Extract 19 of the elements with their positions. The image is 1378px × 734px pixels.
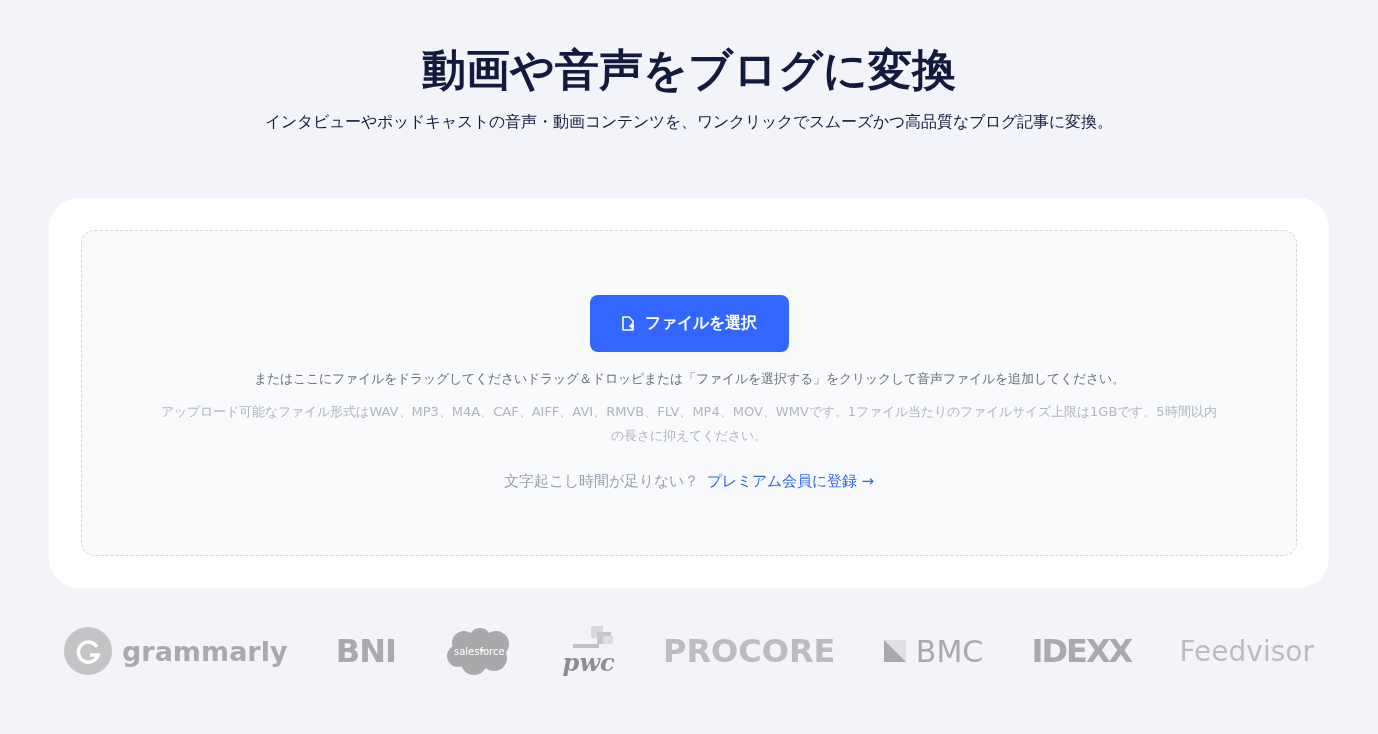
cloud-logo: salesforce [444, 626, 515, 676]
triangle-logo-icon [883, 640, 906, 662]
logo-wordmark: BNI [335, 632, 396, 670]
logo-wordmark: IDEXX [1031, 632, 1132, 670]
logo-wordmark: Feedvisor [1179, 634, 1314, 668]
squares-logo-icon [570, 626, 615, 650]
file-add-icon [621, 315, 635, 332]
premium-link[interactable]: プレミアム会員に登録 → [706, 472, 875, 491]
page-title: 動画や音声をブログに変換 [422, 43, 956, 97]
select-file-button[interactable]: ファイルを選択 [589, 295, 789, 352]
drag-instruction: またはここにファイルをドラッグしてくださいドラッグ＆ドロッピまたは「ファイルを選択する」をクリックして音声ファイルを追加してください。 [253, 370, 1125, 388]
logo-wordmark: BMC [915, 633, 984, 669]
premium-prompt: 文字起こし時間が足りない？ [503, 472, 699, 491]
circle-logo-icon [64, 627, 112, 675]
logo-wordmark: PROCORE [663, 632, 836, 670]
drop-zone[interactable] [81, 230, 1297, 556]
logo-wordmark: pwc [562, 650, 615, 676]
page-subtitle: インタビューやポッドキャストの音声・動画コンテンツを、ワンクリックでスムーズかつ高品質なブログ記事に変換。 [265, 112, 1113, 133]
logo-wordmark: grammarly [122, 635, 288, 667]
